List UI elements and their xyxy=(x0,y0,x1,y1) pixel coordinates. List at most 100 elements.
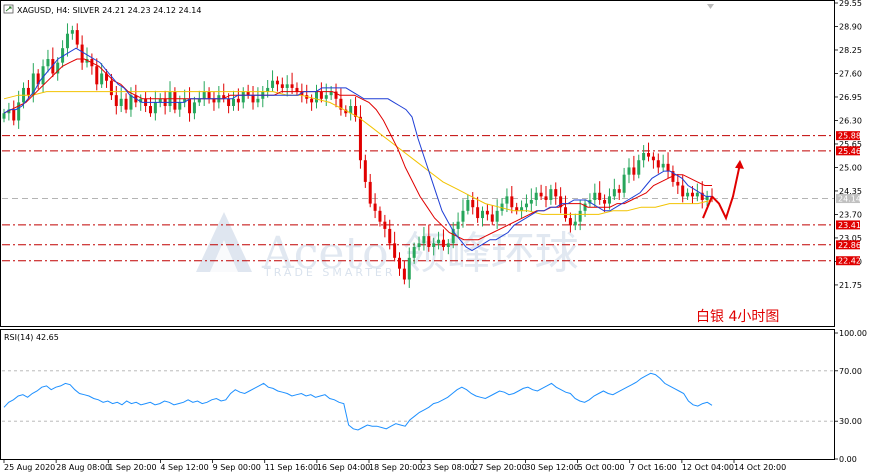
candle xyxy=(2,108,6,123)
candle xyxy=(305,84,309,104)
time-tick-label: 23 Sep 08:00 xyxy=(421,463,474,472)
candle-body xyxy=(324,95,328,99)
candle xyxy=(12,100,16,126)
candle-body xyxy=(573,221,577,226)
candle-body xyxy=(607,196,611,204)
candle-body xyxy=(603,199,607,204)
candle xyxy=(339,88,343,116)
candle-body xyxy=(520,207,524,211)
candle xyxy=(485,204,489,221)
candle xyxy=(612,178,616,200)
price-tick-label: 28.90 xyxy=(839,22,862,31)
candle-body xyxy=(490,214,494,222)
candle-body xyxy=(476,207,480,219)
candle xyxy=(378,206,382,227)
candle-body xyxy=(505,196,509,204)
candle xyxy=(578,200,582,231)
candle xyxy=(471,192,475,215)
price-tag-label: 22.86 xyxy=(838,241,861,250)
candle-body xyxy=(529,199,533,204)
candle xyxy=(61,40,65,68)
candle xyxy=(559,187,563,214)
candle xyxy=(549,184,553,205)
candle xyxy=(271,70,275,92)
candle-body xyxy=(212,98,216,103)
candle-body xyxy=(285,84,289,88)
candle-body xyxy=(158,98,162,103)
watermark-logo-icon xyxy=(196,212,252,272)
time-axis: 25 Aug 2020 28 Aug 08:001 Sep 20:00 4 Sep … xyxy=(3,460,786,472)
candle-body xyxy=(593,192,597,200)
candle-body xyxy=(544,196,548,200)
candle-body xyxy=(402,268,406,280)
price-tick-label: 26.30 xyxy=(839,116,862,125)
watermark: Aceto 领峰环球 TRADE SMARTER xyxy=(196,212,579,279)
candle xyxy=(461,199,465,228)
candle-body xyxy=(266,87,270,92)
candle-body xyxy=(178,102,182,110)
candle xyxy=(554,182,558,205)
rsi-header: RSI(14) 42.65 xyxy=(4,333,59,342)
candle-body xyxy=(65,33,69,49)
candle xyxy=(285,75,289,97)
candle-body xyxy=(515,207,519,211)
candle-body xyxy=(510,196,514,208)
candle-body xyxy=(632,167,636,175)
candle-body xyxy=(393,243,397,258)
candle xyxy=(651,152,655,169)
price-tag-label: 22.42 xyxy=(838,257,861,266)
time-tick-label: 9 Sep 00:00 xyxy=(213,463,261,472)
price-tag-label: 24.14 xyxy=(838,195,861,204)
forecast-arrow xyxy=(702,159,744,221)
candle-body xyxy=(280,84,284,88)
candle xyxy=(202,81,206,107)
price-tick-label: 25.00 xyxy=(839,163,862,172)
candle-body xyxy=(119,98,123,107)
price-tick-label: 23.70 xyxy=(839,210,862,219)
candle xyxy=(324,83,328,107)
price-tag-label: 23.41 xyxy=(838,221,861,230)
candle-body xyxy=(661,163,665,168)
candle-body xyxy=(46,59,50,67)
candle-body xyxy=(173,91,177,110)
candle xyxy=(529,188,533,213)
candle-body xyxy=(568,218,572,226)
candle xyxy=(632,155,636,181)
rsi-panel-frame xyxy=(0,329,835,460)
price-tick-label: 26.95 xyxy=(839,93,862,102)
candle xyxy=(241,87,245,109)
candle-body xyxy=(564,207,568,219)
candle xyxy=(70,25,74,40)
rsi-tick-label: 30.00 xyxy=(839,417,862,426)
candle xyxy=(642,145,646,168)
candle-body xyxy=(554,189,558,197)
candle xyxy=(158,93,162,108)
candle-body xyxy=(446,243,450,247)
candle xyxy=(661,154,665,172)
candle-body xyxy=(422,236,426,244)
symbol-header: XAGUSD, H4: SILVER 24.21 24.23 24.12 24.… xyxy=(3,4,201,15)
candle-body xyxy=(241,91,245,103)
candle-body xyxy=(695,192,699,197)
candle-body xyxy=(686,192,690,197)
candle xyxy=(319,82,323,103)
candle xyxy=(168,81,172,113)
candle-body xyxy=(368,181,372,204)
time-tick-label: 18 Sep 20:00 xyxy=(369,463,422,472)
candle xyxy=(17,90,21,129)
candle-body xyxy=(627,167,631,175)
candle-body xyxy=(471,199,475,208)
chart-annotation: 白银 4小时图 xyxy=(696,309,779,325)
candle xyxy=(358,105,362,169)
candle xyxy=(564,195,568,222)
time-tick-label: 1 Sep 20:00 xyxy=(108,463,156,472)
candle-body xyxy=(666,163,670,172)
candle-body xyxy=(681,185,685,197)
candle xyxy=(363,154,367,188)
candle xyxy=(65,23,69,57)
candle-body xyxy=(466,199,470,211)
candle-body xyxy=(578,210,582,222)
candle-body xyxy=(236,98,240,103)
candle-body xyxy=(95,66,99,85)
candle-body xyxy=(310,98,314,103)
